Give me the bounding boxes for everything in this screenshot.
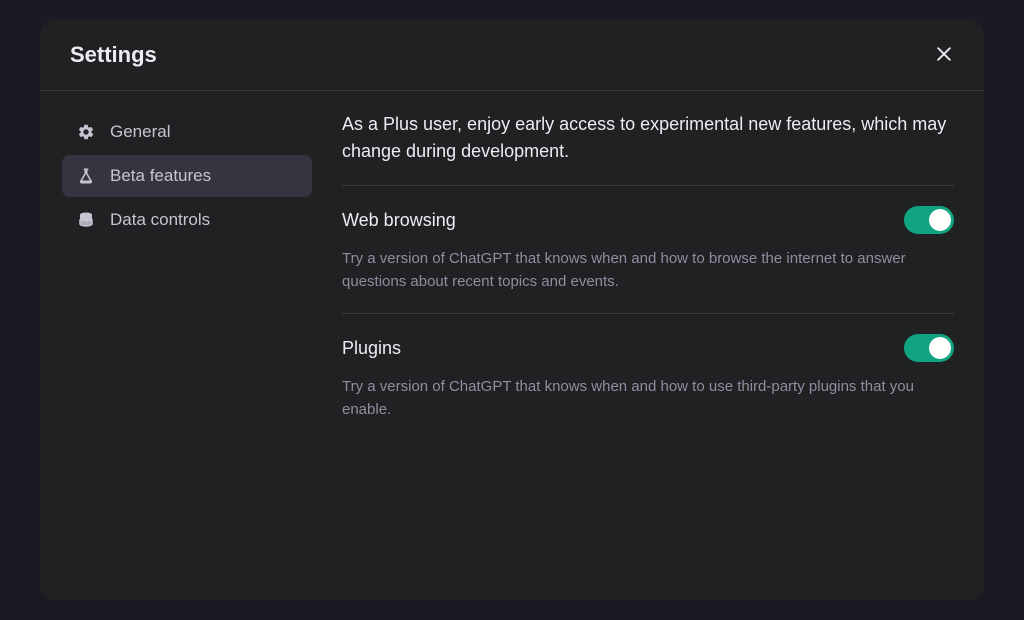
- setting-plugins: Plugins Try a version of ChatGPT that kn…: [342, 314, 954, 441]
- setting-title: Plugins: [342, 338, 401, 359]
- settings-sidebar: General Beta features: [62, 111, 312, 570]
- settings-modal: Settings General: [40, 20, 984, 600]
- toggle-knob: [929, 209, 951, 231]
- sidebar-item-beta-features[interactable]: Beta features: [62, 155, 312, 197]
- setting-title: Web browsing: [342, 210, 456, 231]
- sidebar-item-general[interactable]: General: [62, 111, 312, 153]
- setting-description: Try a version of ChatGPT that knows when…: [342, 376, 954, 421]
- toggle-web-browsing[interactable]: [904, 206, 954, 234]
- database-icon: [76, 210, 96, 230]
- setting-head: Plugins: [342, 334, 954, 362]
- gear-icon: [76, 122, 96, 142]
- sidebar-item-data-controls[interactable]: Data controls: [62, 199, 312, 241]
- sidebar-item-label: Data controls: [110, 210, 210, 230]
- modal-body: General Beta features: [40, 91, 984, 600]
- page-title: Settings: [70, 42, 157, 68]
- toggle-plugins[interactable]: [904, 334, 954, 362]
- close-button[interactable]: [934, 44, 954, 67]
- modal-header: Settings: [40, 20, 984, 91]
- close-icon: [934, 44, 954, 67]
- toggle-knob: [929, 337, 951, 359]
- setting-web-browsing: Web browsing Try a version of ChatGPT th…: [342, 186, 954, 313]
- sidebar-item-label: General: [110, 122, 170, 142]
- settings-content: As a Plus user, enjoy early access to ex…: [342, 111, 954, 570]
- intro-text: As a Plus user, enjoy early access to ex…: [342, 111, 954, 165]
- flask-icon: [76, 166, 96, 186]
- sidebar-item-label: Beta features: [110, 166, 211, 186]
- setting-head: Web browsing: [342, 206, 954, 234]
- setting-description: Try a version of ChatGPT that knows when…: [342, 248, 954, 293]
